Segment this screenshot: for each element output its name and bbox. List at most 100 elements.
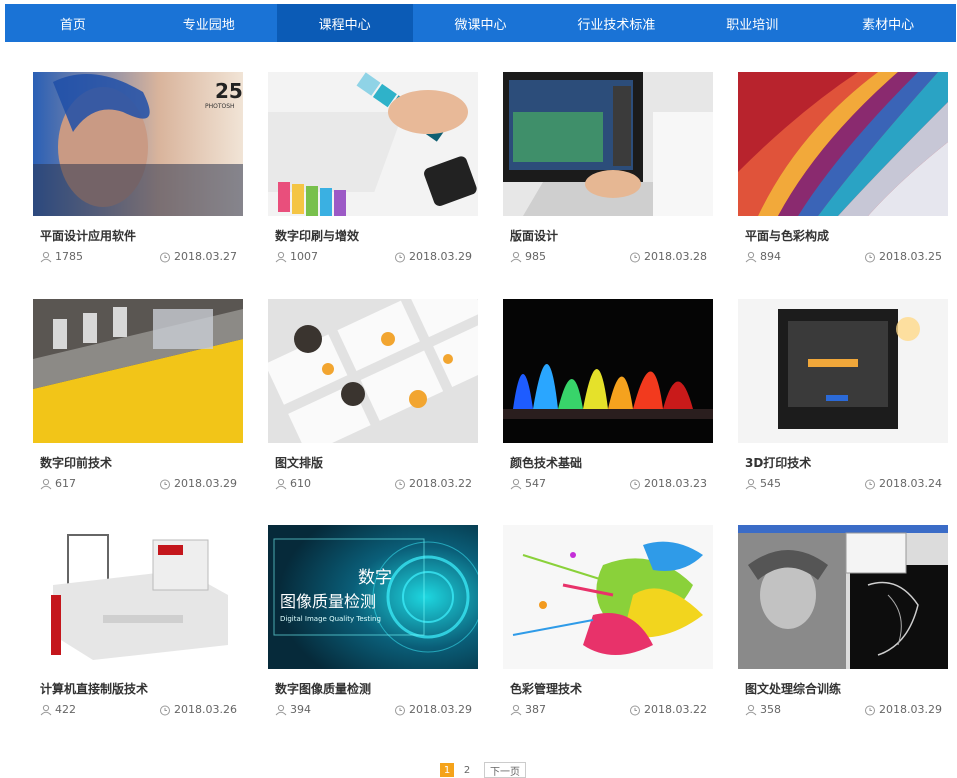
course-thumbnail[interactable] xyxy=(268,72,478,216)
publish-date: 2018.03.26 xyxy=(174,703,237,716)
publish-date: 2018.03.29 xyxy=(174,477,237,490)
clock-icon xyxy=(395,252,406,262)
course-title[interactable]: 颜色技术基础 xyxy=(503,454,713,471)
view-count: 394 xyxy=(290,703,311,716)
course-thumbnail[interactable] xyxy=(268,299,478,443)
clock-icon xyxy=(160,479,171,489)
course-title[interactable]: 图文处理综合训练 xyxy=(738,680,948,697)
user-icon xyxy=(275,251,287,262)
clock-icon xyxy=(865,252,876,262)
view-count: 1785 xyxy=(55,250,83,263)
course-card[interactable]: 图文排版 610 2018.03.22 xyxy=(268,299,478,499)
publish-date: 2018.03.23 xyxy=(644,477,707,490)
clock-icon xyxy=(630,479,641,489)
thumb-text: 数字 xyxy=(358,568,392,588)
course-card[interactable]: 色彩管理技术 387 2018.03.22 xyxy=(503,525,713,725)
clock-icon xyxy=(630,705,641,715)
publish-date: 2018.03.22 xyxy=(409,477,472,490)
next-page-button[interactable]: 下一页 xyxy=(484,762,526,778)
course-title[interactable]: 数字图像质量检测 xyxy=(268,680,478,697)
course-card[interactable]: 平面与色彩构成 894 2018.03.25 xyxy=(738,72,948,272)
user-icon xyxy=(510,478,522,489)
main-nav: 首页 专业园地 课程中心 微课中心 行业技术标准 职业培训 素材中心 xyxy=(5,4,956,42)
user-icon xyxy=(745,251,757,262)
course-title[interactable]: 平面设计应用软件 xyxy=(33,227,243,244)
user-icon xyxy=(40,251,52,262)
publish-date: 2018.03.29 xyxy=(409,250,472,263)
user-icon xyxy=(40,478,52,489)
course-title[interactable]: 平面与色彩构成 xyxy=(738,227,948,244)
publish-date: 2018.03.25 xyxy=(879,250,942,263)
clock-icon xyxy=(160,252,171,262)
thumb-text: 25 xyxy=(215,79,243,103)
course-thumbnail[interactable] xyxy=(738,299,948,443)
course-thumbnail[interactable] xyxy=(503,525,713,669)
view-count: 894 xyxy=(760,250,781,263)
course-title[interactable]: 3D打印技术 xyxy=(738,454,948,471)
view-count: 545 xyxy=(760,477,781,490)
course-thumbnail[interactable] xyxy=(503,72,713,216)
course-card[interactable]: 版面设计 985 2018.03.28 xyxy=(503,72,713,272)
view-count: 422 xyxy=(55,703,76,716)
publish-date: 2018.03.28 xyxy=(644,250,707,263)
view-count: 1007 xyxy=(290,250,318,263)
nav-item-home[interactable]: 首页 xyxy=(5,4,141,42)
course-thumbnail[interactable] xyxy=(503,299,713,443)
course-thumbnail[interactable]: 25 PHOTOSH xyxy=(33,72,243,216)
course-title[interactable]: 数字印前技术 xyxy=(33,454,243,471)
publish-date: 2018.03.29 xyxy=(879,703,942,716)
user-icon xyxy=(510,251,522,262)
view-count: 547 xyxy=(525,477,546,490)
nav-item-courses[interactable]: 课程中心 xyxy=(276,4,413,42)
course-title[interactable]: 色彩管理技术 xyxy=(503,680,713,697)
course-card[interactable]: 图文处理综合训练 358 2018.03.29 xyxy=(738,525,948,725)
course-card[interactable]: 数字印前技术 617 2018.03.29 xyxy=(33,299,243,499)
course-thumbnail[interactable] xyxy=(33,525,243,669)
clock-icon xyxy=(865,479,876,489)
view-count: 985 xyxy=(525,250,546,263)
nav-item-training[interactable]: 职业培训 xyxy=(684,4,820,42)
course-card[interactable]: 25 PHOTOSH 平面设计应用软件 1785 2018.03.27 xyxy=(33,72,243,272)
course-thumbnail[interactable] xyxy=(738,525,948,669)
view-count: 610 xyxy=(290,477,311,490)
user-icon xyxy=(510,704,522,715)
publish-date: 2018.03.24 xyxy=(879,477,942,490)
publish-date: 2018.03.22 xyxy=(644,703,707,716)
nav-item-materials[interactable]: 素材中心 xyxy=(820,4,956,42)
view-count: 387 xyxy=(525,703,546,716)
course-thumbnail[interactable] xyxy=(33,299,243,443)
clock-icon xyxy=(395,479,406,489)
clock-icon xyxy=(395,705,406,715)
pagination: 1 2 下一页 xyxy=(440,762,526,778)
course-card[interactable]: 数字 图像质量检测 Digital Image Quality Testing … xyxy=(268,525,478,725)
user-icon xyxy=(745,704,757,715)
course-card[interactable]: 数字印刷与增效 1007 2018.03.29 xyxy=(268,72,478,272)
view-count: 617 xyxy=(55,477,76,490)
thumb-text: 图像质量检测 xyxy=(280,592,376,611)
thumb-subtext: PHOTOSH xyxy=(205,103,235,110)
course-card[interactable]: 3D打印技术 545 2018.03.24 xyxy=(738,299,948,499)
page-link[interactable]: 2 xyxy=(460,763,474,777)
course-title[interactable]: 数字印刷与增效 xyxy=(268,227,478,244)
course-thumbnail[interactable] xyxy=(738,72,948,216)
clock-icon xyxy=(630,252,641,262)
nav-item-major[interactable]: 专业园地 xyxy=(141,4,277,42)
user-icon xyxy=(40,704,52,715)
course-title[interactable]: 图文排版 xyxy=(268,454,478,471)
clock-icon xyxy=(160,705,171,715)
course-card[interactable]: 颜色技术基础 547 2018.03.23 xyxy=(503,299,713,499)
user-icon xyxy=(275,478,287,489)
view-count: 358 xyxy=(760,703,781,716)
course-title[interactable]: 版面设计 xyxy=(503,227,713,244)
user-icon xyxy=(275,704,287,715)
publish-date: 2018.03.29 xyxy=(409,703,472,716)
thumb-subtext: Digital Image Quality Testing xyxy=(280,615,381,623)
nav-item-standards[interactable]: 行业技术标准 xyxy=(548,4,684,42)
clock-icon xyxy=(865,705,876,715)
course-title[interactable]: 计算机直接制版技术 xyxy=(33,680,243,697)
course-thumbnail[interactable]: 数字 图像质量检测 Digital Image Quality Testing xyxy=(268,525,478,669)
course-card[interactable]: 计算机直接制版技术 422 2018.03.26 xyxy=(33,525,243,725)
nav-item-microcourse[interactable]: 微课中心 xyxy=(413,4,549,42)
user-icon xyxy=(745,478,757,489)
publish-date: 2018.03.27 xyxy=(174,250,237,263)
